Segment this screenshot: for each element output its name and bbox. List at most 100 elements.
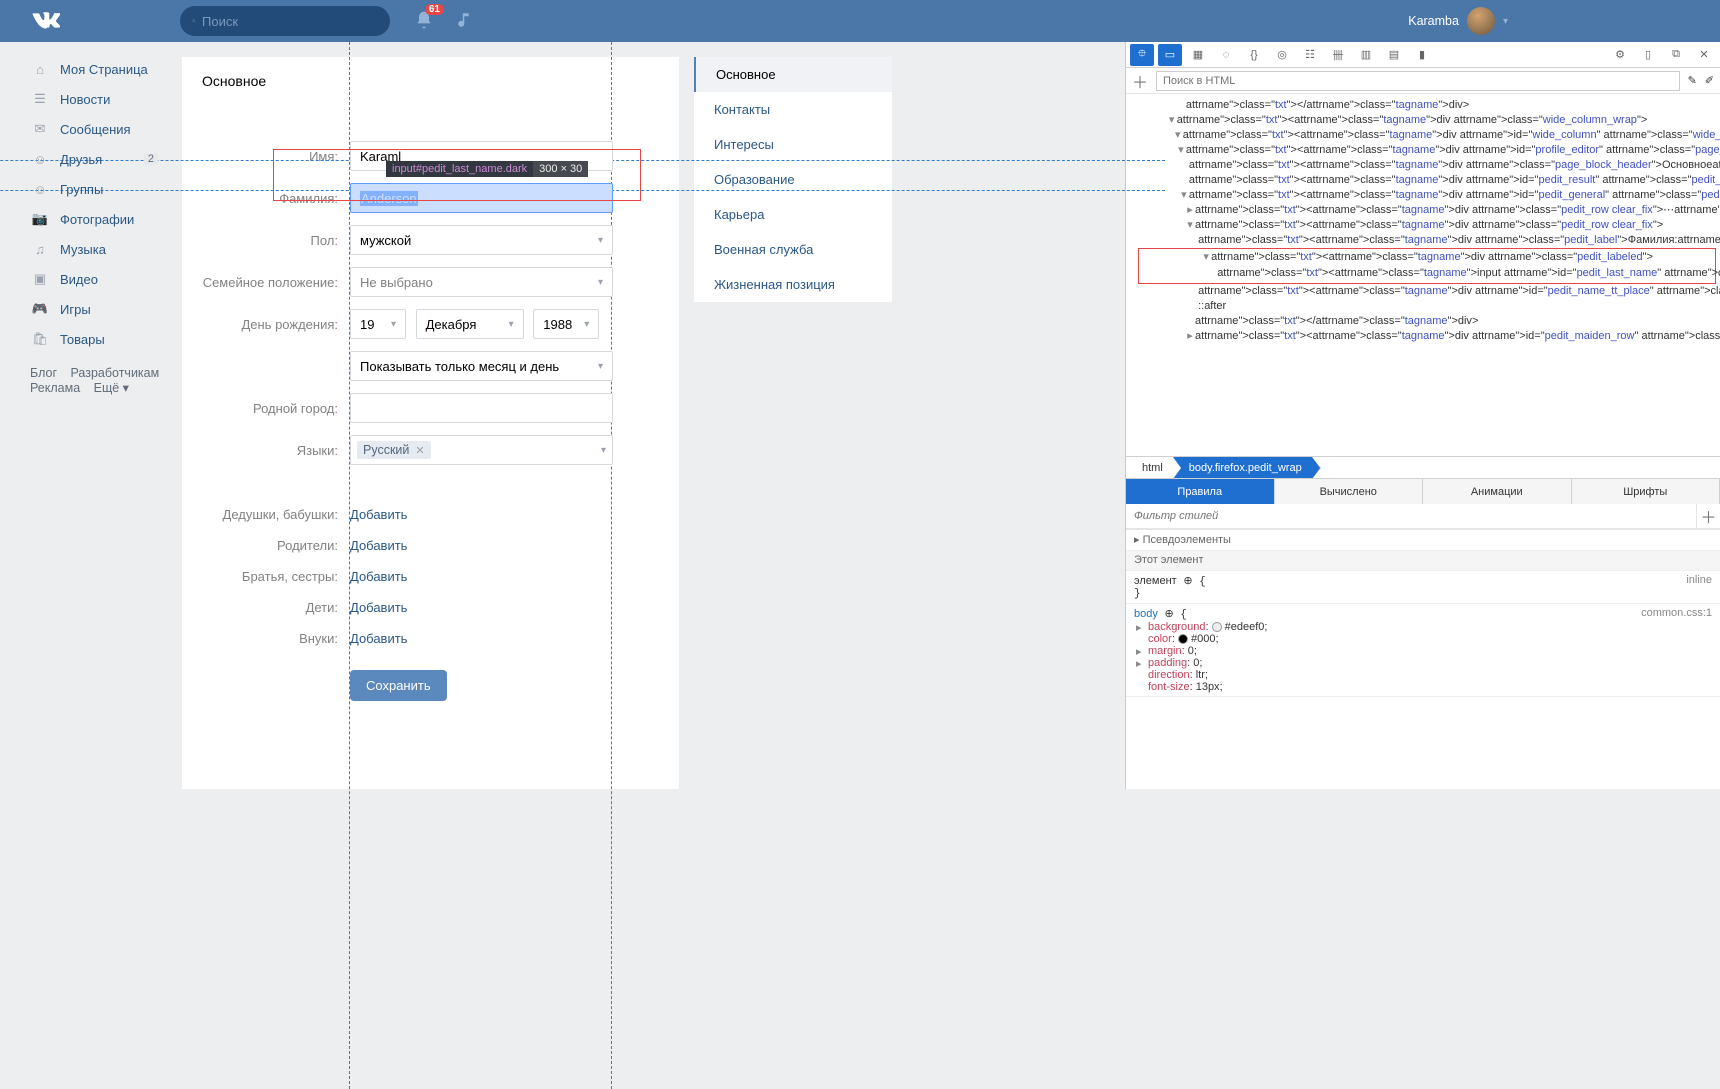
bday-year-select[interactable]: 1988▾ bbox=[533, 309, 599, 339]
nav-my-page[interactable]: ⌂Моя Страница bbox=[30, 54, 170, 84]
crumb-body[interactable]: body.firefox.pedit_wrap bbox=[1173, 457, 1312, 479]
dom-tree-line[interactable]: attrname">class="txt"></attrname">class=… bbox=[1126, 98, 1720, 113]
add-grandchild-button[interactable]: Добавить bbox=[350, 631, 407, 646]
save-button[interactable]: Сохранить bbox=[350, 670, 447, 701]
tab-military[interactable]: Военная служба bbox=[694, 232, 892, 267]
footer-dev[interactable]: Разработчикам bbox=[71, 366, 160, 380]
remove-tag-icon[interactable]: ✕ bbox=[415, 444, 424, 457]
new-tab-icon[interactable]: ＋ bbox=[1132, 69, 1148, 93]
dom-tree-line[interactable]: ▾attrname">class="txt"><attrname">class=… bbox=[1139, 250, 1715, 265]
info-icon[interactable]: ⊕ bbox=[1183, 575, 1192, 587]
dom-tree-line[interactable]: ▾attrname">class="txt"><attrname">class=… bbox=[1126, 128, 1720, 143]
add-grandparent-button[interactable]: Добавить bbox=[350, 507, 407, 522]
dom-tree-line[interactable]: attrname">class="txt"><attrname">class="… bbox=[1126, 233, 1720, 248]
css-declaration[interactable]: ▸margin: 0; bbox=[1134, 645, 1712, 657]
tab-general[interactable]: Основное bbox=[694, 57, 892, 92]
css-declaration[interactable]: direction: ltr; bbox=[1134, 669, 1712, 681]
hometown-input[interactable] bbox=[350, 393, 613, 423]
responsive-mode-button[interactable]: ▭ bbox=[1158, 44, 1182, 66]
dom-tree-line[interactable]: ▾attrname">class="txt"><attrname">class=… bbox=[1126, 113, 1720, 128]
user-menu[interactable]: Karamba ▾ bbox=[1408, 7, 1508, 35]
dom-tree-line[interactable]: ▾attrname">class="txt"><attrname">class=… bbox=[1126, 143, 1720, 158]
tab-life[interactable]: Жизненная позиция bbox=[694, 267, 892, 302]
popout-icon[interactable]: ⧉ bbox=[1664, 44, 1688, 66]
marital-select[interactable]: Не выбрано▾ bbox=[350, 267, 613, 297]
search-input[interactable] bbox=[202, 14, 378, 29]
close-icon[interactable]: ✕ bbox=[1692, 44, 1716, 66]
inspect-element-button[interactable]: ⯐ bbox=[1130, 44, 1154, 66]
dom-tree[interactable]: attrname">class="txt"></attrname">class=… bbox=[1126, 94, 1720, 456]
dom-tree-line[interactable]: ::after bbox=[1126, 299, 1720, 314]
dom-tree-line[interactable]: attrname">class="txt"><attrname">class="… bbox=[1126, 173, 1720, 188]
nav-video[interactable]: ▣Видео bbox=[30, 264, 170, 294]
nav-messages[interactable]: ✉Сообщения bbox=[30, 114, 170, 144]
bday-day-select[interactable]: 19▾ bbox=[350, 309, 406, 339]
search-box[interactable] bbox=[180, 6, 390, 36]
css-declaration[interactable]: ▸background: #edeef0; bbox=[1134, 621, 1712, 633]
settings-icon[interactable]: ⚙ bbox=[1608, 44, 1632, 66]
edit-section-tabs: Основное Контакты Интересы Образование К… bbox=[694, 57, 892, 302]
lang-tag[interactable]: Русский✕ bbox=[357, 441, 431, 459]
music-icon[interactable] bbox=[456, 11, 474, 32]
notifications-icon[interactable]: 61 bbox=[414, 10, 434, 33]
groups-icon: ☺ bbox=[30, 179, 50, 199]
tab-animations[interactable]: Анимации bbox=[1423, 479, 1572, 504]
dt-html-search[interactable] bbox=[1156, 71, 1680, 91]
css-declaration[interactable]: color: #000; bbox=[1134, 633, 1712, 645]
dt-tool-8[interactable]: 卌 bbox=[1326, 44, 1350, 66]
styles-filter-input[interactable] bbox=[1126, 504, 1696, 528]
nav-games[interactable]: 🎮Игры bbox=[30, 294, 170, 324]
nav-music[interactable]: ♫Музыка bbox=[30, 234, 170, 264]
nav-friends[interactable]: ☺Друзья2 bbox=[30, 144, 170, 174]
bday-month-select[interactable]: Декабря▾ bbox=[416, 309, 524, 339]
add-parent-button[interactable]: Добавить bbox=[350, 538, 407, 553]
dom-tree-line[interactable]: attrname">class="txt"></attrname">class=… bbox=[1126, 314, 1720, 329]
tab-contacts[interactable]: Контакты bbox=[694, 92, 892, 127]
dt-tool-10[interactable]: ▤ bbox=[1382, 44, 1406, 66]
dom-tree-line[interactable]: ▾attrname">class="txt"><attrname">class=… bbox=[1126, 188, 1720, 203]
footer-ads[interactable]: Реклама bbox=[30, 381, 80, 395]
css-declaration[interactable]: ▸padding: 0; bbox=[1134, 657, 1712, 669]
tab-fonts[interactable]: Шрифты bbox=[1572, 479, 1720, 504]
dt-tool-9[interactable]: ▥ bbox=[1354, 44, 1378, 66]
bday-visibility-select[interactable]: Показывать только месяц и день▾ bbox=[350, 351, 613, 381]
vk-logo-icon[interactable] bbox=[32, 7, 60, 35]
add-sibling-button[interactable]: Добавить bbox=[350, 569, 407, 584]
pseudo-section[interactable]: ▸ Псевдоэлементы bbox=[1134, 534, 1231, 546]
lang-select[interactable]: Русский✕▾ bbox=[350, 435, 613, 465]
dt-tool-7[interactable]: ☷ bbox=[1298, 44, 1322, 66]
tab-education[interactable]: Образование bbox=[694, 162, 892, 197]
tab-computed[interactable]: Вычислено bbox=[1275, 479, 1424, 504]
sex-select[interactable]: мужской▾ bbox=[350, 225, 613, 255]
nav-groups[interactable]: ☺Группы bbox=[30, 174, 170, 204]
footer-blog[interactable]: Блог bbox=[30, 366, 57, 380]
info-icon[interactable]: ⊕ bbox=[1164, 608, 1173, 620]
dom-tree-line[interactable]: ▾attrname">class="txt"><attrname">class=… bbox=[1126, 218, 1720, 233]
dt-tool-3[interactable]: ▦ bbox=[1186, 44, 1210, 66]
nav-news[interactable]: ☰Новости bbox=[30, 84, 170, 114]
dom-tree-line[interactable]: attrname">class="txt"><attrname">class="… bbox=[1126, 284, 1720, 299]
dom-tree-line[interactable]: ▸attrname">class="txt"><attrname">class=… bbox=[1126, 329, 1720, 344]
tab-career[interactable]: Карьера bbox=[694, 197, 892, 232]
dock-side-icon[interactable]: ▯ bbox=[1636, 44, 1660, 66]
nav-market[interactable]: 🛍Товары bbox=[30, 324, 170, 354]
edit-icon[interactable]: ✎ bbox=[1688, 74, 1697, 87]
footer-more[interactable]: Ещё ▾ bbox=[94, 380, 129, 395]
dom-tree-line[interactable]: attrname">class="txt"><attrname">class="… bbox=[1126, 158, 1720, 173]
crumb-html[interactable]: html bbox=[1126, 457, 1173, 479]
dt-tool-5[interactable]: {} bbox=[1242, 44, 1266, 66]
add-rule-button[interactable]: ＋ bbox=[1696, 504, 1720, 528]
dom-tree-line[interactable]: attrname">class="txt"><attrname">class="… bbox=[1139, 265, 1715, 282]
dt-tool-4[interactable]: ◌ bbox=[1214, 44, 1238, 66]
dt-tool-11[interactable]: ▮ bbox=[1410, 44, 1434, 66]
last-name-input[interactable]: Anderson bbox=[350, 183, 613, 213]
tab-rules[interactable]: Правила bbox=[1126, 479, 1275, 504]
styles-pane[interactable]: ▸ Псевдоэлементы Этот элемент inline эле… bbox=[1126, 529, 1720, 789]
dt-tool-6[interactable]: ◎ bbox=[1270, 44, 1294, 66]
tab-interests[interactable]: Интересы bbox=[694, 127, 892, 162]
add-child-button[interactable]: Добавить bbox=[350, 600, 407, 615]
dom-tree-line[interactable]: ▸attrname">class="txt"><attrname">class=… bbox=[1126, 203, 1720, 218]
eyedropper-icon[interactable]: ✐ bbox=[1705, 74, 1714, 87]
css-declaration[interactable]: font-size: 13px; bbox=[1134, 681, 1712, 693]
nav-photos[interactable]: 📷Фотографии bbox=[30, 204, 170, 234]
